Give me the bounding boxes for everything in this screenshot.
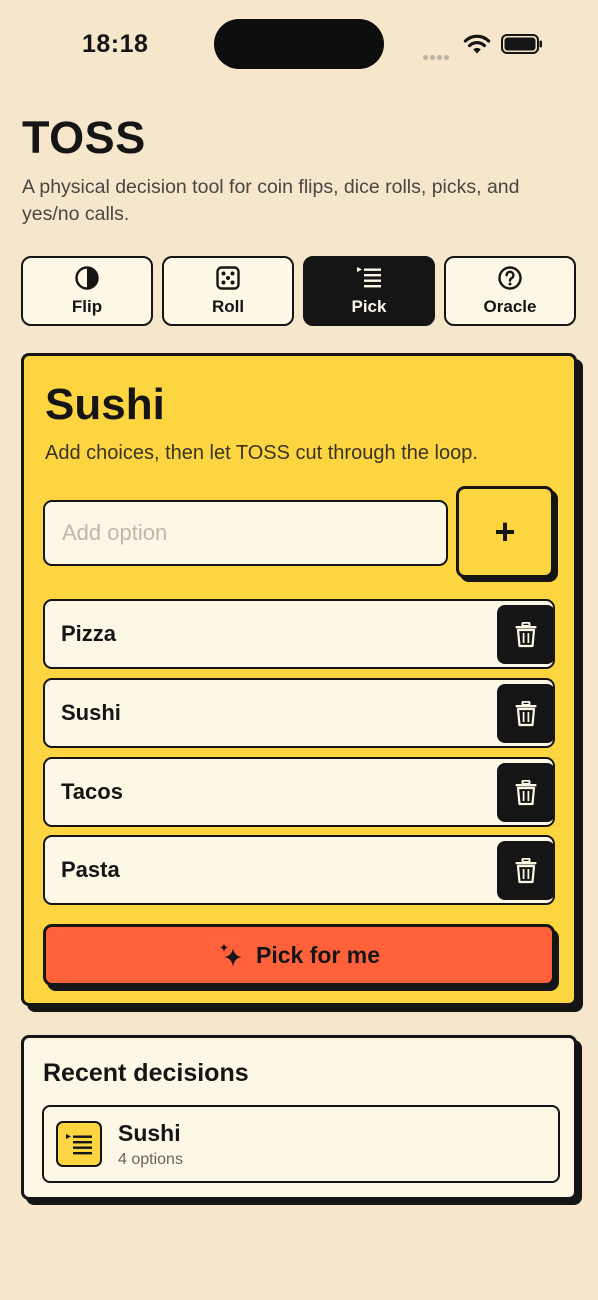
option-row-pizza: Pizza [43, 599, 555, 669]
option-label: Tacos [61, 779, 123, 804]
recent-decisions-card: Recent decisions Sushi 4 options [21, 1035, 577, 1200]
option-label: Pasta [61, 857, 120, 882]
delete-option-button[interactable] [497, 763, 553, 822]
trash-icon [515, 621, 537, 647]
list-icon [56, 1121, 102, 1167]
pick-for-me-button[interactable]: Pick for me [43, 924, 555, 986]
pick-card: Sushi Add choices, then let TOSS cut thr… [21, 353, 577, 1006]
recent-item[interactable]: Sushi 4 options [42, 1105, 560, 1183]
option-row-tacos: Tacos [43, 757, 555, 827]
delete-option-button[interactable] [497, 841, 553, 900]
add-option-button[interactable]: + [456, 486, 554, 578]
tab-label: Oracle [483, 297, 537, 316]
battery-icon [501, 34, 542, 54]
add-option-input[interactable] [43, 500, 448, 566]
tab-pick[interactable]: Pick [303, 256, 435, 326]
tab-oracle[interactable]: Oracle [444, 256, 576, 326]
trash-icon [515, 700, 537, 726]
dynamic-island [214, 19, 384, 69]
trash-icon [515, 857, 537, 883]
recent-item-title: Sushi [118, 1120, 181, 1146]
tab-flip[interactable]: Flip [21, 256, 153, 326]
option-label: Pizza [61, 621, 117, 646]
tab-label: Flip [71, 297, 103, 316]
option-row-pasta: Pasta [43, 835, 555, 905]
app-title: TOSS [22, 112, 146, 163]
recent-item-meta: 4 options [118, 1151, 183, 1168]
signal-icon [423, 47, 451, 65]
recent-title: Recent decisions [43, 1059, 249, 1087]
pick-hint: Add choices, then let TOSS cut through t… [45, 442, 478, 464]
delete-option-button[interactable] [497, 684, 553, 743]
list-icon [357, 267, 381, 288]
wifi-icon [463, 34, 491, 54]
trash-icon [515, 779, 537, 805]
contrast-circle-icon [75, 266, 99, 290]
status-bar: 18:18 [0, 0, 598, 90]
pick-button-label: Pick for me [256, 941, 380, 968]
question-circle-icon [498, 266, 522, 290]
option-label: Sushi [61, 700, 121, 725]
pick-result: Sushi [45, 380, 165, 429]
status-time: 18:18 [82, 30, 149, 58]
dice-icon [216, 266, 240, 290]
tab-label: Pick [351, 297, 387, 316]
delete-option-button[interactable] [497, 605, 553, 664]
app-subtitle: A physical decision tool for coin flips,… [22, 176, 520, 225]
option-row-sushi: Sushi [43, 678, 555, 748]
tab-label: Roll [211, 297, 245, 316]
sparkles-icon [220, 943, 242, 967]
tab-roll[interactable]: Roll [162, 256, 294, 326]
